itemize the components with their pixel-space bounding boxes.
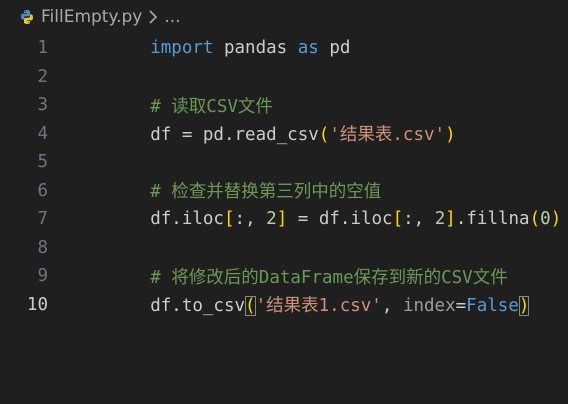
code-text: :,	[234, 209, 267, 229]
code-line[interactable]: 4 df = pd.read_csv('结果表.csv')	[0, 120, 568, 148]
code-text: = df.iloc	[287, 209, 393, 229]
alias-name: pd	[318, 38, 351, 58]
parameter-name: index	[402, 296, 456, 316]
bracket: ]	[276, 209, 288, 229]
bracket: )	[550, 209, 562, 229]
number-literal: 2	[266, 209, 277, 229]
code-text: df.to_csv	[150, 296, 246, 316]
bracket: [	[223, 209, 235, 229]
line-number: 5	[37, 152, 48, 172]
bracket: )	[518, 296, 530, 316]
code-line-active[interactable]: 10 df.to_csv('结果表1.csv', index=False)	[0, 291, 568, 319]
bracket: (	[318, 125, 330, 145]
bracket: )	[445, 125, 456, 145]
code-text: ,	[381, 296, 403, 316]
code-text: :,	[403, 209, 435, 229]
line-number: 10	[26, 294, 48, 315]
module-name: pandas	[213, 38, 298, 58]
code-text: =	[455, 296, 467, 316]
code-text: df.iloc	[150, 209, 224, 229]
code-text: df = pd.read_csv	[150, 125, 319, 145]
python-file-icon	[19, 9, 35, 25]
line-number: 9	[37, 266, 48, 286]
line-number: 1	[37, 38, 48, 58]
code-line[interactable]: 7 df.iloc[:, 2] = df.iloc[:, 2].fillna(0…	[0, 205, 568, 233]
bracket: (	[529, 209, 541, 229]
line-number: 6	[37, 180, 48, 201]
line-number: 7	[37, 209, 48, 229]
line-number: 2	[37, 66, 48, 87]
string-literal: '结果表1.csv'	[255, 296, 382, 316]
code-text: .fillna	[455, 209, 530, 229]
line-number: 3	[37, 95, 48, 115]
keyword-as: as	[297, 38, 319, 58]
code-line[interactable]: 2	[0, 63, 568, 91]
string-literal: '结果表.csv'	[329, 125, 446, 145]
bracket: (	[245, 296, 256, 316]
keyword-import: import	[150, 38, 214, 58]
line-number: 4	[37, 123, 48, 144]
code-editor[interactable]: 1 import pandas as pd 2 3 # 读取CSV文件 4 df…	[0, 34, 568, 404]
number-literal: 0	[540, 209, 551, 229]
bracket: [	[392, 209, 404, 229]
code-line[interactable]: 1 import pandas as pd	[0, 34, 568, 62]
bracket: ]	[445, 209, 456, 229]
keyword-false: False	[466, 296, 519, 316]
line-number: 8	[37, 237, 48, 258]
number-literal: 2	[434, 209, 446, 229]
